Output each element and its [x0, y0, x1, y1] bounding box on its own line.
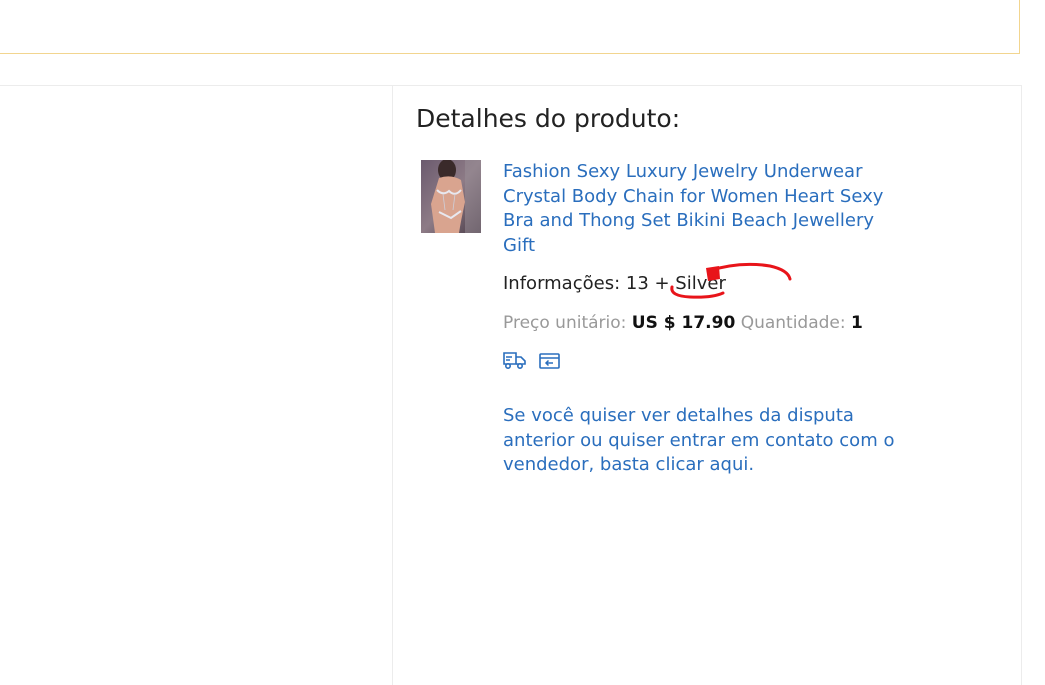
info-label: Informações: [503, 273, 621, 294]
product-details-title: Detalhes do produto: [416, 104, 681, 133]
product-name-link[interactable]: Fashion Sexy Luxury Jewelry Underwear Cr… [503, 160, 888, 258]
quantity-label: Quantidade: [740, 313, 846, 333]
contact-seller-link[interactable]: Se você quiser ver detalhes da disputa a… [503, 404, 898, 478]
product-info-line: Informações: 13 + Silver [503, 273, 726, 294]
order-action-icons [502, 349, 562, 371]
return-box-icon[interactable] [537, 349, 562, 371]
product-photo-image [421, 160, 481, 233]
left-column [0, 86, 393, 685]
price-quantity-line: Preço unitário: US $ 17.90 Quantidade: 1 [503, 313, 863, 333]
product-thumbnail[interactable] [421, 160, 481, 233]
shipping-truck-icon[interactable] [502, 349, 527, 371]
info-value: 13 + Silver [625, 273, 726, 294]
quantity-value: 1 [851, 313, 863, 333]
top-notice-box [0, 0, 1020, 54]
unit-price-value: US $ 17.90 [631, 313, 736, 333]
unit-price-label: Preço unitário: [503, 313, 627, 333]
